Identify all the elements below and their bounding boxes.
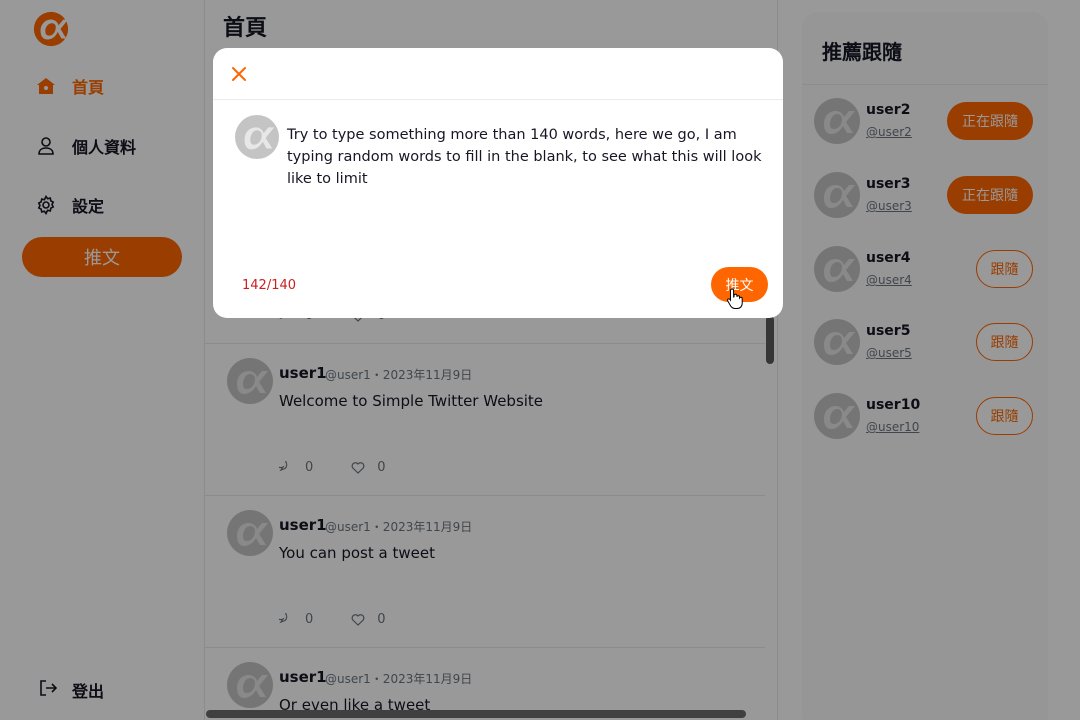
divider bbox=[213, 99, 783, 100]
tweet-modal: Try to type something more than 140 word… bbox=[213, 48, 783, 318]
hand-cursor-icon bbox=[727, 288, 743, 309]
char-counter: 142/140 bbox=[242, 278, 297, 293]
avatar bbox=[235, 115, 279, 159]
close-icon[interactable] bbox=[229, 64, 249, 84]
tweet-textarea[interactable]: Try to type something more than 140 word… bbox=[287, 124, 767, 190]
